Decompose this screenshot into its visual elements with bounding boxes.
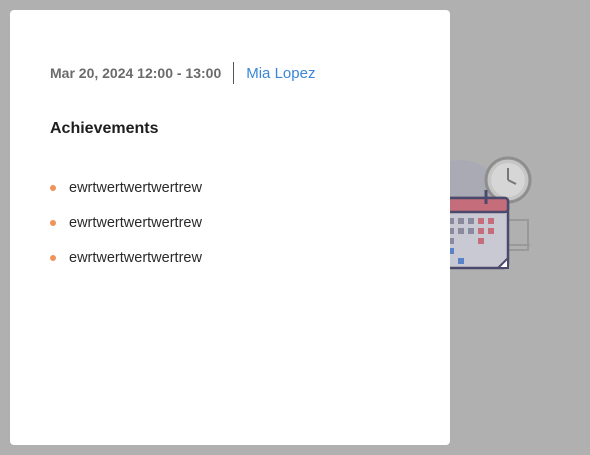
meta-divider <box>233 62 235 84</box>
achievement-text: ewrtwertwertwertrew <box>69 249 202 266</box>
event-details-card: Mar 20, 2024 12:00 - 13:00 Mia Lopez Ach… <box>10 10 450 445</box>
bullet-dot-icon <box>50 184 56 191</box>
bullet-dot-icon <box>50 254 56 261</box>
event-datetime: Mar 20, 2024 12:00 - 13:00 <box>50 65 222 81</box>
achievement-list: ewrtwertwertwertrew ewrtwertwertwertrew … <box>50 170 410 275</box>
list-item: ewrtwertwertwertrew <box>50 240 410 275</box>
user-name-link[interactable]: Mia Lopez <box>246 65 315 82</box>
bullet-dot-icon <box>50 219 56 226</box>
achievement-text: ewrtwertwertwertrew <box>69 214 202 231</box>
section-title: Achievements <box>50 120 159 137</box>
achievement-text: ewrtwertwertwertrew <box>69 179 202 196</box>
list-item: ewrtwertwertwertrew <box>50 205 410 240</box>
list-item: ewrtwertwertwertrew <box>50 170 410 205</box>
event-meta-row: Mar 20, 2024 12:00 - 13:00 Mia Lopez <box>50 62 410 84</box>
